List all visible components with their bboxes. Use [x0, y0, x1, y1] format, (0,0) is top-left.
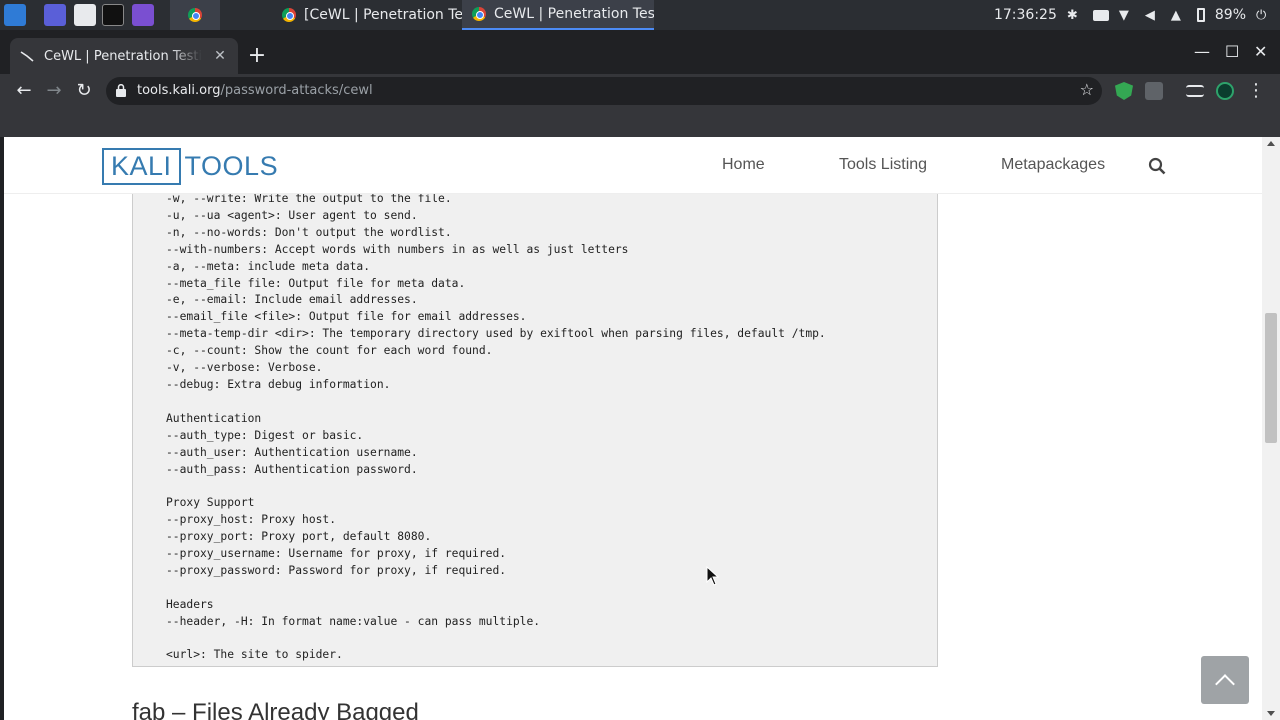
clock: 17:36:25 — [993, 7, 1057, 23]
page-scrollbar[interactable] — [1262, 137, 1280, 720]
file-manager-icon[interactable] — [74, 4, 96, 26]
toolbar-spacer — [0, 108, 1280, 137]
nav-home[interactable]: Home — [722, 156, 765, 174]
browser-tabstrip: CeWL | Penetration Testing ✕ — [0, 30, 1280, 74]
media-queue-icon[interactable] — [1186, 85, 1204, 97]
browser-tab[interactable]: CeWL | Penetration Testing ✕ — [10, 38, 238, 74]
bluetooth-off-icon[interactable]: ✱ — [1067, 8, 1083, 23]
taskbar-chrome-launcher[interactable] — [170, 0, 220, 30]
chrome-icon — [472, 7, 486, 21]
code-block: -w, --write: Write the output to the fil… — [132, 177, 938, 667]
adblock-shield-icon[interactable] — [1115, 82, 1133, 100]
terminal-icon[interactable] — [102, 4, 124, 26]
taskbar-window-2[interactable]: CeWL | Penetration Test... — [462, 0, 654, 30]
web-page: -w, --write: Write the output to the fil… — [4, 137, 1262, 720]
section-heading: fab – Files Already Bagged — [132, 699, 419, 720]
tab-title: CeWL | Penetration Testing — [44, 48, 202, 64]
nav-metapackages[interactable]: Metapackages — [1001, 156, 1105, 174]
new-tab-button[interactable]: + — [246, 45, 268, 68]
taskbar-window-label: [CeWL | Penetration Tes... — [304, 7, 464, 23]
close-window-icon[interactable]: ✕ — [1254, 42, 1267, 61]
reload-button[interactable]: ↻ — [73, 80, 95, 102]
scrollbar-thumb[interactable] — [1265, 313, 1277, 443]
bookmark-star-icon[interactable]: ☆ — [1080, 80, 1094, 99]
screen-recorder-icon[interactable] — [132, 4, 154, 26]
more-menu-icon[interactable]: ⋮ — [1245, 80, 1267, 102]
wifi-icon[interactable]: ▼ — [1119, 8, 1135, 23]
battery-percent: 89% — [1214, 7, 1246, 23]
volume-icon[interactable]: ◀ — [1145, 8, 1161, 23]
taskbar-window-1[interactable]: [CeWL | Penetration Tes... — [272, 0, 464, 30]
address-bar[interactable]: tools.kali.org/password-attacks/cewl ☆ — [106, 77, 1102, 105]
os-taskbar: [CeWL | Penetration Tes... CeWL | Penetr… — [0, 0, 1280, 30]
url-host: tools.kali.org — [137, 83, 221, 98]
scroll-down-icon[interactable] — [1267, 711, 1275, 716]
forward-button[interactable]: → — [43, 80, 65, 102]
scroll-up-icon[interactable] — [1267, 141, 1275, 146]
kali-favicon-icon — [20, 51, 34, 62]
start-menu-icon[interactable] — [4, 4, 26, 26]
url-path: /password-attacks/cewl — [220, 83, 373, 98]
chrome-icon — [188, 8, 202, 22]
notifications-icon[interactable]: ▲ — [1171, 8, 1187, 23]
cewl-options-text: -w, --write: Write the output to the fil… — [166, 192, 826, 662]
browser-toolbar: ← → ↻ tools.kali.org/password-attacks/ce… — [0, 74, 1280, 108]
mouse-cursor-icon — [706, 566, 720, 586]
lock-icon — [116, 84, 126, 97]
logo-tools: TOOLS — [184, 151, 279, 181]
extension-icon[interactable] — [1145, 82, 1163, 100]
search-icon[interactable] — [1148, 157, 1166, 175]
battery-icon[interactable] — [1196, 8, 1205, 22]
site-header: KALI TOOLS Home Tools Listing Metapackag… — [4, 137, 1262, 194]
close-tab-icon[interactable]: ✕ — [212, 48, 228, 64]
minimize-window-icon[interactable]: — — [1194, 42, 1210, 61]
taskbar-window-label: CeWL | Penetration Test... — [494, 6, 654, 22]
camera-icon[interactable] — [1092, 9, 1109, 21]
url-text: tools.kali.org/password-attacks/cewl — [137, 83, 373, 98]
system-tray: 17:36:25 ✱ ▼ ◀ ▲ 89% ⏻ — [994, 0, 1280, 30]
chrome-icon — [282, 8, 296, 22]
profile-avatar[interactable] — [1216, 82, 1234, 100]
power-icon[interactable]: ⏻ — [1256, 8, 1272, 23]
show-desktop-icon[interactable] — [44, 4, 66, 26]
maximize-window-icon[interactable]: ☐ — [1225, 42, 1239, 61]
back-to-top-button[interactable] — [1201, 656, 1249, 704]
back-button[interactable]: ← — [13, 80, 35, 102]
kali-tools-logo[interactable]: KALI TOOLS — [102, 148, 278, 185]
nav-tools-listing[interactable]: Tools Listing — [839, 156, 927, 174]
logo-kali: KALI — [102, 148, 181, 185]
